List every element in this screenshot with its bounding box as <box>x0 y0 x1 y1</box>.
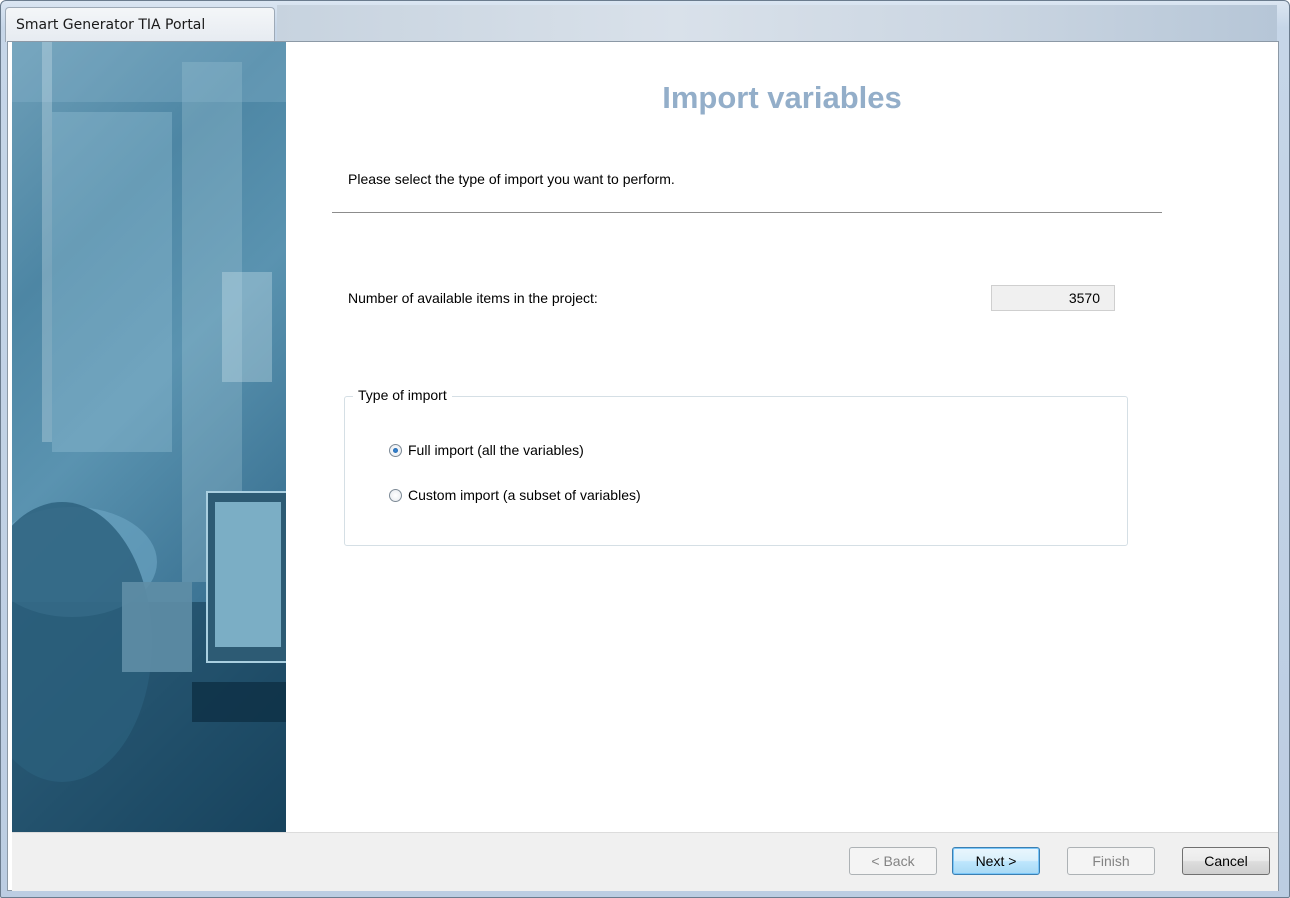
finish-button[interactable]: Finish <box>1067 847 1155 875</box>
title-bar-band <box>277 5 1277 41</box>
page-subtitle: Please select the type of import you wan… <box>348 171 675 187</box>
full-import-option[interactable]: Full import (all the variables) <box>389 442 584 458</box>
window-title: Smart Generator TIA Portal <box>16 17 206 33</box>
custom-import-label[interactable]: Custom import (a subset of variables) <box>408 487 641 503</box>
cancel-button[interactable]: Cancel <box>1182 847 1270 875</box>
full-import-radio[interactable] <box>389 443 402 457</box>
content-panel: Import variables Please select the type … <box>286 42 1278 832</box>
industrial-operator-image <box>12 42 286 832</box>
wizard-window: Smart Generator TIA Portal Import variab… <box>0 0 1290 898</box>
title-bar[interactable]: Smart Generator TIA Portal <box>1 1 1289 42</box>
import-type-legend: Type of import <box>353 387 452 403</box>
side-image-illustration <box>12 42 286 832</box>
button-bar: < Back Next > Finish Cancel <box>12 832 1278 891</box>
page-heading: Import variables <box>662 80 902 115</box>
header-separator <box>332 212 1162 213</box>
custom-import-radio[interactable] <box>389 488 402 502</box>
full-import-label[interactable]: Full import (all the variables) <box>408 442 584 458</box>
next-button[interactable]: Next > <box>952 847 1040 875</box>
title-tab: Smart Generator TIA Portal <box>5 7 275 42</box>
back-button[interactable]: < Back <box>849 847 937 875</box>
custom-import-option[interactable]: Custom import (a subset of variables) <box>389 487 641 503</box>
available-items-label: Number of available items in the project… <box>348 290 598 306</box>
import-type-group: Type of import <box>344 387 1128 546</box>
available-items-count: 3570 <box>991 285 1115 311</box>
